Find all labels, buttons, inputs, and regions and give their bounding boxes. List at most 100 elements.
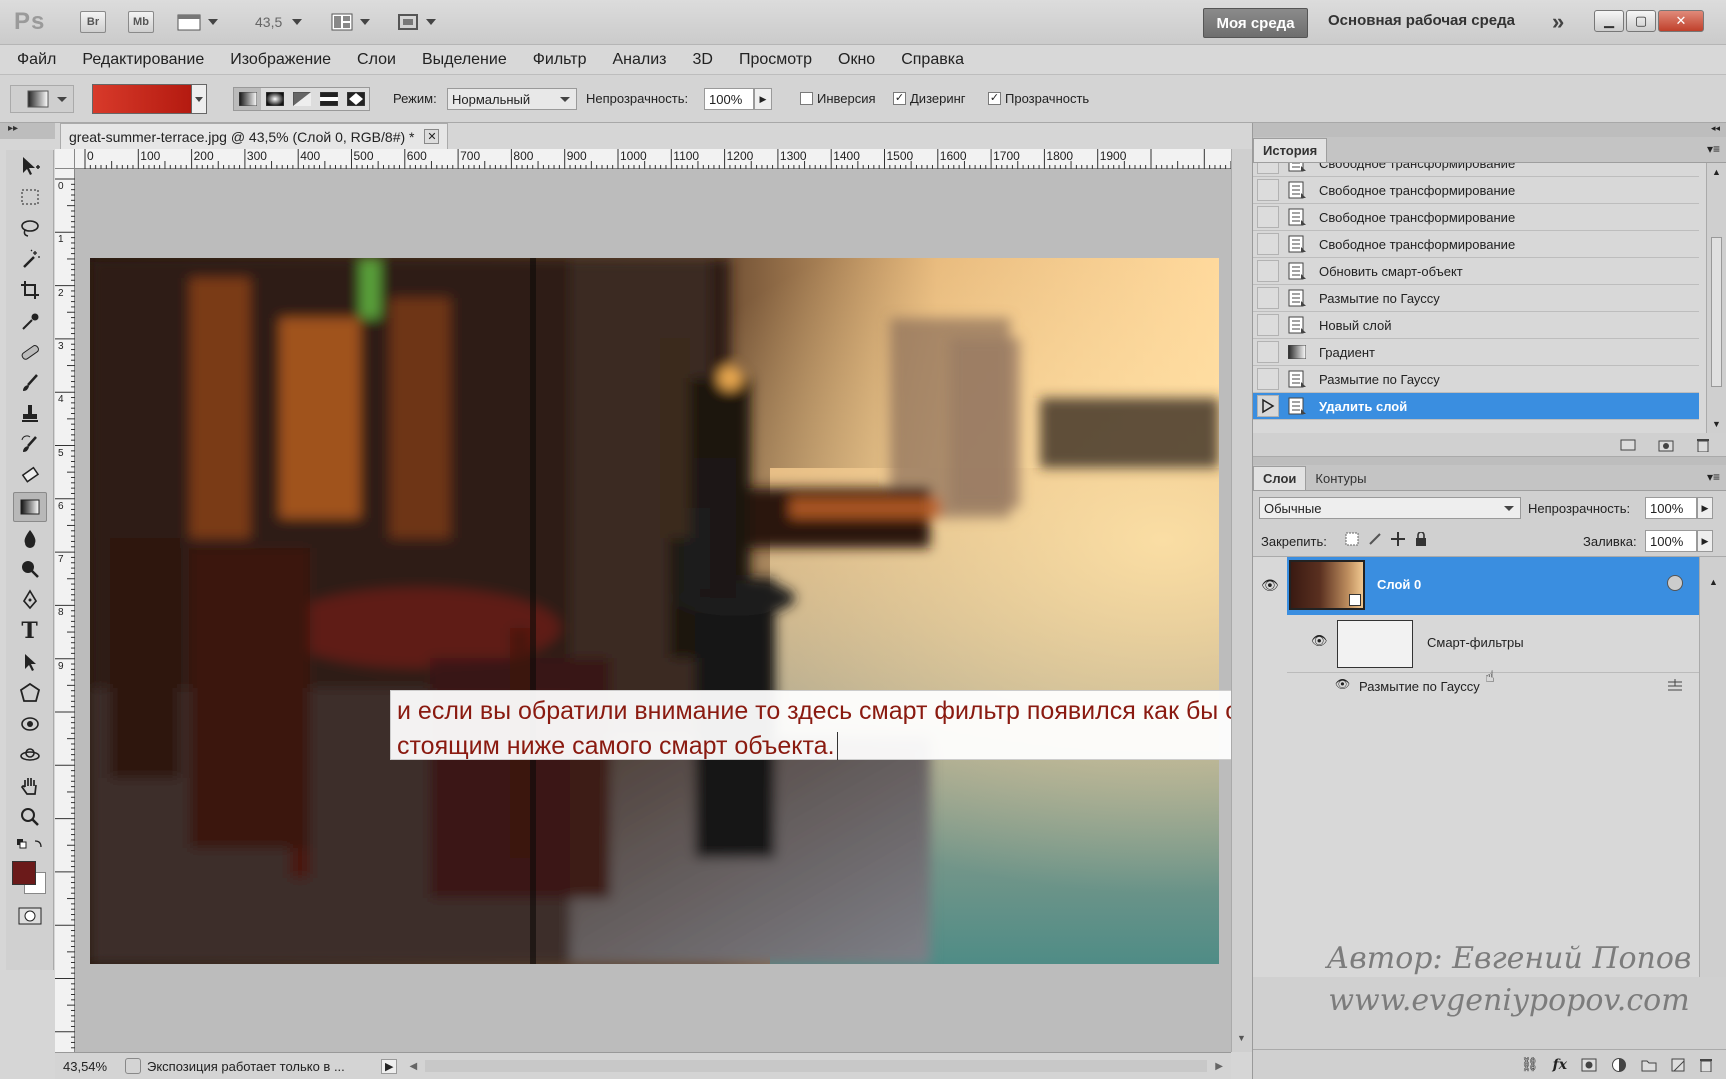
document-tab[interactable]: great-summer-terrace.jpg @ 43,5% (Слой 0… [60,123,449,149]
close-document-icon[interactable]: ✕ [424,129,440,144]
menu-analysis[interactable]: Анализ [612,51,666,69]
history-source-box[interactable] [1257,395,1279,417]
path-selection-tool[interactable] [13,647,47,677]
mini-bridge-button[interactable]: Mb [128,11,154,33]
lock-position-icon[interactable] [1391,532,1405,546]
smart-filters-row[interactable]: 👁 Смарт-фильтры [1287,615,1699,673]
fill-input[interactable]: 100% [1645,530,1697,552]
blend-mode-select[interactable]: Обычные [1259,497,1521,519]
workspace-my-button[interactable]: Моя среда [1203,8,1308,38]
arrange-documents-button[interactable] [330,12,370,32]
add-mask-icon[interactable] [1581,1058,1597,1072]
status-menu-arrow-icon[interactable]: ▶ [381,1058,398,1074]
status-zoom[interactable]: 43,54% [63,1059,121,1074]
opacity-input[interactable]: 100% [704,88,754,110]
blur-tool[interactable] [13,523,47,553]
history-source-box[interactable] [1257,233,1279,255]
dock-collapse-icon[interactable]: ◂◂ [1253,123,1726,137]
new-document-from-state-icon[interactable] [1620,438,1636,452]
ruler-origin[interactable] [55,149,75,169]
document-image[interactable] [90,258,1219,964]
screen-mode-button[interactable] [396,12,436,32]
foreground-color-swatch[interactable] [12,861,36,885]
reflected-gradient-button[interactable] [315,88,342,110]
fx-icon[interactable]: fx [1553,1057,1567,1073]
gradient-dropdown-button[interactable] [191,85,206,113]
eraser-tool[interactable] [13,461,47,491]
tool-preset-picker[interactable] [10,85,74,113]
invert-checkbox[interactable]: Инверсия [800,91,876,106]
3d-rotate-tool[interactable] [13,709,47,739]
view-extras-button[interactable] [176,12,218,32]
history-item[interactable]: Новый слой [1253,312,1699,339]
history-item[interactable]: Размытие по Гауссу [1253,366,1699,393]
lock-pixels-icon[interactable] [1368,532,1382,546]
scroll-down-icon[interactable]: ▼ [1237,1033,1246,1043]
history-source-box[interactable] [1257,179,1279,201]
menu-layers[interactable]: Слои [357,51,396,69]
marquee-tool[interactable] [13,182,47,212]
layers-scrollbar[interactable]: ▲ [1699,557,1726,977]
scroll-up-icon[interactable]: ▲ [1707,167,1726,177]
menu-image[interactable]: Изображение [230,51,331,69]
linear-gradient-button[interactable] [234,88,261,110]
maximize-button[interactable]: ▢ [1626,10,1656,32]
menu-edit[interactable]: Редактирование [82,51,204,69]
vertical-ruler[interactable]: 0 1 2 3 4 5 6 7 8 9 [55,169,75,1059]
lasso-tool[interactable] [13,213,47,243]
filter-eye-icon[interactable]: 👁 [1335,677,1350,691]
camera-snapshot-icon[interactable] [1658,438,1674,452]
folder-icon[interactable] [1641,1058,1657,1072]
layer-visibility-eye-icon[interactable]: 👁 [1261,577,1279,594]
history-item[interactable]: Обновить смарт-объект [1253,258,1699,285]
clone-stamp-tool[interactable] [13,399,47,429]
shape-tool[interactable] [13,678,47,708]
layer-row-layer0[interactable]: Слой 0 [1287,557,1699,615]
link-layers-icon[interactable]: ⛓ [1521,1056,1539,1073]
scroll-right-icon[interactable]: ▶ [1215,1061,1223,1072]
minimize-button[interactable]: ▁ [1594,10,1624,32]
mode-select[interactable]: Нормальный [447,88,577,110]
lock-all-icon[interactable] [1414,532,1428,546]
fill-slider-button[interactable]: ▶ [1697,530,1713,552]
scroll-left-icon[interactable]: ◀ [409,1061,417,1072]
history-source-box[interactable] [1257,341,1279,363]
healing-brush-tool[interactable] [13,337,47,367]
history-item[interactable]: Градиент [1253,339,1699,366]
tab-layers[interactable]: Слои [1253,466,1307,490]
3d-orbit-tool[interactable] [13,740,47,770]
history-brush-tool[interactable] [13,430,47,460]
smart-filter-options-icon[interactable] [1667,575,1683,591]
diamond-gradient-button[interactable] [342,88,369,110]
trash-icon[interactable] [1696,438,1710,452]
angle-gradient-button[interactable] [288,88,315,110]
menu-file[interactable]: Файл [17,51,56,69]
dodge-tool[interactable] [13,554,47,584]
history-item[interactable]: Удалить слой [1253,393,1699,420]
horizontal-ruler[interactable]: 0 100 200 300 400 500 600 700 800 900 1000 1100 1200… [55,149,1231,169]
crop-tool[interactable] [13,275,47,305]
scroll-up-icon[interactable]: ▲ [1700,577,1726,587]
history-source-box[interactable] [1257,287,1279,309]
quick-mask-button[interactable] [13,901,47,931]
trash-icon[interactable] [1699,1058,1713,1072]
adjustment-layer-icon[interactable] [1611,1057,1627,1073]
eyedropper-tool[interactable] [13,306,47,336]
menu-view[interactable]: Просмотр [739,51,812,69]
canvas-vertical-scrollbar[interactable]: ▼ [1231,149,1252,1052]
new-layer-icon[interactable] [1671,1058,1685,1072]
gradient-picker[interactable] [92,84,207,114]
history-scrollbar[interactable]: ▲ ▼ [1706,163,1726,433]
move-tool[interactable] [13,151,47,181]
workspace-main-button[interactable]: Основная рабочая среда [1328,12,1515,29]
history-item[interactable]: Свободное трансформирование [1253,177,1699,204]
layer-name[interactable]: Слой 0 [1377,577,1421,592]
lock-transparent-icon[interactable] [1345,532,1359,546]
history-source-box[interactable] [1257,314,1279,336]
history-item[interactable]: Свободное трансформирование [1253,231,1699,258]
default-colors-button[interactable] [13,833,47,857]
history-source-box[interactable] [1257,163,1279,174]
smart-filters-eye-icon[interactable]: 👁 [1311,633,1328,649]
brush-tool[interactable] [13,368,47,398]
zoom-level-dropdown[interactable]: 43,5 [255,14,303,30]
